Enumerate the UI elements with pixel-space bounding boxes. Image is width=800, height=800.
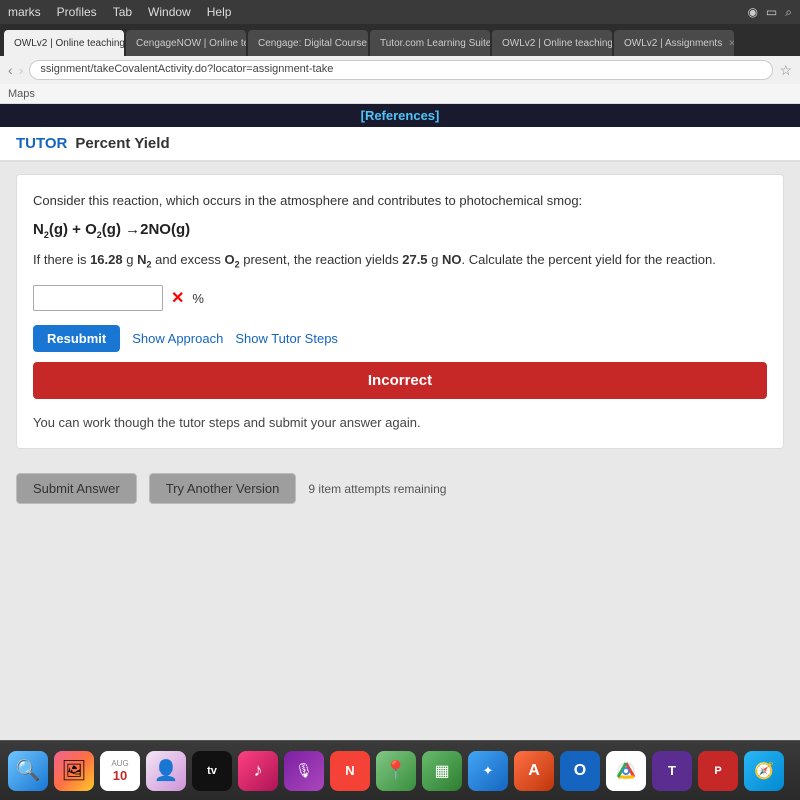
action-row: Resubmit Show Approach Show Tutor Steps [33,325,767,352]
menu-profiles[interactable]: Profiles [57,5,97,19]
browser-chrome: marks Profiles Tab Window Help ◉ ▭ ⌕ OWL… [0,0,800,104]
submit-answer-button[interactable]: Submit Answer [16,473,137,504]
taskbar-maps-icon[interactable]: 📍 [376,751,416,791]
search-icon[interactable]: ⌕ [785,5,792,20]
taskbar-powerpoint-icon[interactable]: P [698,751,738,791]
wifi-icon: ◉ [747,5,757,20]
taskbar-finder-icon[interactable]: 🔍 [8,751,48,791]
taskbar-contacts-icon[interactable]: 👤 [146,751,186,791]
tab-label: Tutor.com Learning Suite [380,38,490,49]
references-bar: [References] [0,104,800,127]
references-label[interactable]: [References] [361,108,440,123]
bookmarks-bar: Maps [0,84,800,104]
incorrect-banner: Incorrect [33,362,767,399]
show-approach-button[interactable]: Show Approach [132,331,223,346]
taskbar-chrome-icon[interactable] [606,751,646,791]
tab-label: OWLv2 | Online teaching a [14,38,124,49]
taskbar-outlook-icon[interactable]: O [560,751,600,791]
menu-tab[interactable]: Tab [113,5,132,19]
incorrect-label: Incorrect [368,372,432,389]
taskbar: 🔍 🖼 AUG 10 👤 tv ♪ 🎙 N 📍 ▦ ✦ A O T P 🧭 [0,740,800,800]
question-intro: Consider this reaction, which occurs in … [33,191,767,211]
tab-owlv2-2[interactable]: OWLv2 | Online teaching a ✕ [492,30,612,56]
taskbar-text-icon[interactable]: A [514,751,554,791]
taskbar-music-icon[interactable]: ♪ [238,751,278,791]
tab-label: OWLv2 | Online teaching a [502,38,612,49]
menu-marks[interactable]: marks [8,5,41,19]
show-tutor-steps-button[interactable]: Show Tutor Steps [235,331,338,346]
taskbar-teams-icon[interactable]: T [652,751,692,791]
hint-text: You can work though the tutor steps and … [33,409,767,432]
tab-owlv2-1[interactable]: OWLv2 | Online teaching a ✕ [4,30,124,56]
tutor-label: TUTOR [16,135,67,152]
taskbar-photos-icon[interactable]: 🖼 [54,751,94,791]
wrong-icon: ✕ [171,288,184,308]
tab-tutor[interactable]: Tutor.com Learning Suite ✕ [370,30,490,56]
bottom-actions: Submit Answer Try Another Version 9 item… [0,461,800,516]
tab-label: Cengage: Digital Course S [258,38,368,49]
bookmarks-maps[interactable]: Maps [8,88,35,100]
taskbar-safari-icon[interactable]: 🧭 [744,751,784,791]
answer-input[interactable] [33,285,163,311]
percent-label: % [192,291,204,306]
tutor-title: Percent Yield [75,135,169,152]
taskbar-numbers-icon[interactable]: ▦ [422,751,462,791]
url-bar[interactable]: ssignment/takeCovalentActivity.do?locato… [29,60,773,80]
taskbar-appletv-icon[interactable]: tv [192,751,232,791]
question-box: Consider this reaction, which occurs in … [16,174,784,449]
resubmit-button[interactable]: Resubmit [33,325,120,352]
tutor-header: TUTOR Percent Yield [0,127,800,162]
tab-bar: OWLv2 | Online teaching a ✕ CengageNOW |… [0,24,800,56]
taskbar-calendar-icon[interactable]: AUG 10 [100,751,140,791]
taskbar-news-icon[interactable]: N [330,751,370,791]
answer-row: ✕ % [33,285,767,311]
menu-bar: marks Profiles Tab Window Help ◉ ▭ ⌕ [0,0,800,24]
page-content: [References] TUTOR Percent Yield Conside… [0,104,800,740]
try-another-button[interactable]: Try Another Version [149,473,297,504]
menu-help[interactable]: Help [207,5,232,19]
back-button[interactable]: ‹ [8,62,13,78]
taskbar-podcasts-icon[interactable]: 🎙 [284,751,324,791]
forward-button[interactable]: › [19,62,24,78]
taskbar-keynote-icon[interactable]: ✦ [468,751,508,791]
tab-label: CengageNOW | Online tea [136,38,246,49]
tab-close[interactable]: ✕ [728,38,734,49]
tab-label: OWLv2 | Assignments [624,38,722,49]
battery-icon: ▭ [766,5,777,20]
address-bar-row: ‹ › ssignment/takeCovalentActivity.do?lo… [0,56,800,84]
tab-cengage-digital[interactable]: Cengage: Digital Course S ✕ [248,30,368,56]
attempts-remaining: 9 item attempts remaining [308,482,446,496]
reaction-equation: N2(g) + O2(g) →2NO(g) [33,221,767,240]
tab-cengagenow[interactable]: CengageNOW | Online tea ✕ [126,30,246,56]
tab-owlv2-assignments[interactable]: OWLv2 | Assignments ✕ [614,30,734,56]
bookmark-icon[interactable]: ☆ [779,62,792,79]
menu-window[interactable]: Window [148,5,191,19]
given-info: If there is 16.28 g N2 and excess O2 pre… [33,250,767,272]
